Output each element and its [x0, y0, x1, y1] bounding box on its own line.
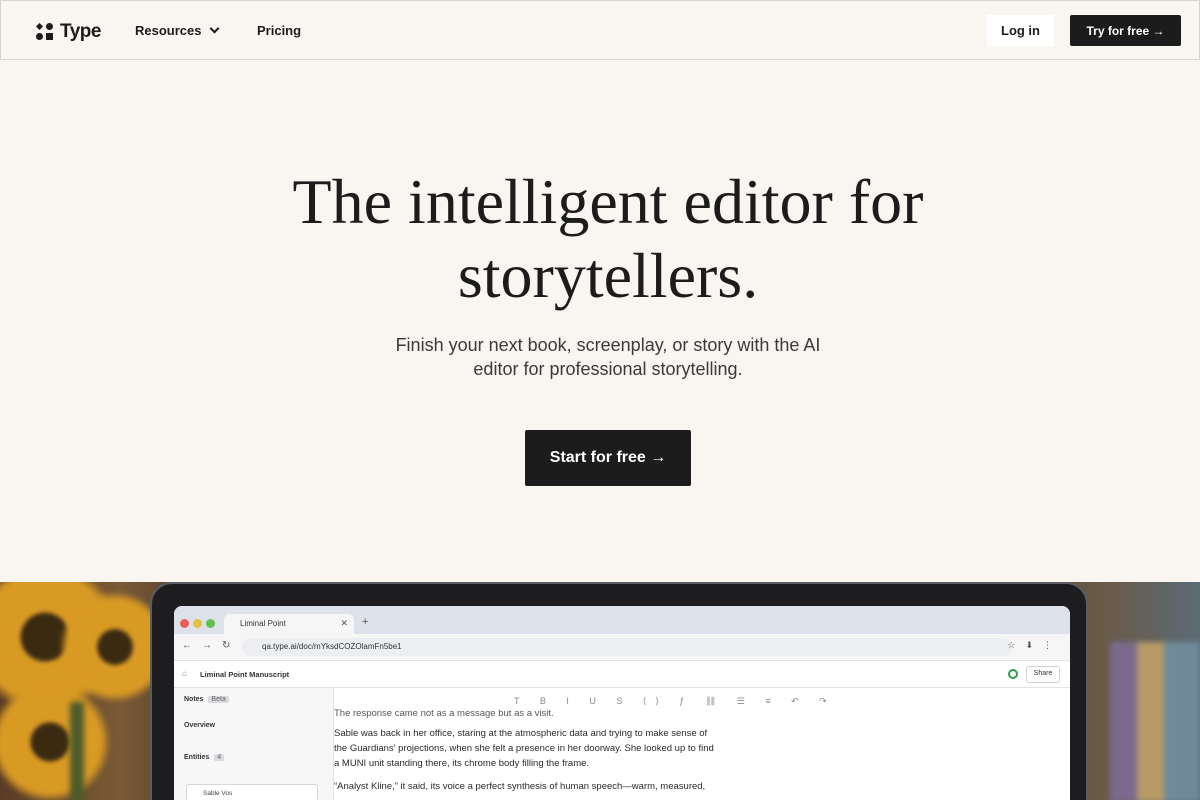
entities-item: Entities 4 — [184, 754, 225, 761]
window-minimize-icon — [193, 619, 202, 628]
browser-tab: Liminal Point ✕ — [224, 614, 354, 634]
hero-title: The intelligent editor for storytellers. — [292, 166, 924, 311]
browser-address-bar: ← → ↻ qa.type.ai/doc/mYksdCOZOlamFn5be1 … — [174, 634, 1070, 660]
sunflower-decoration — [0, 682, 110, 800]
status-indicator-icon — [1008, 669, 1018, 679]
nav-pricing-link[interactable]: Pricing — [257, 23, 301, 38]
chevron-down-icon — [210, 23, 220, 34]
brand-logo[interactable]: Type — [36, 21, 101, 43]
reload-icon: ↻ — [222, 640, 231, 651]
tab-close-icon: ✕ — [340, 618, 348, 628]
browser-extension-icons: ☆⬇⋮ — [1007, 640, 1062, 650]
browser-tab-bar: Liminal Point ✕ + — [174, 606, 1070, 634]
notes-sidebar: Notes Beta Overview Entities 4 Sable Vos — [174, 688, 334, 800]
nav-resources-label: Resources — [135, 23, 202, 38]
beta-badge: Beta — [208, 696, 229, 703]
brand-name: Type — [60, 21, 101, 42]
entities-count-badge: 4 — [214, 754, 225, 761]
bookshelf-decoration — [1110, 642, 1200, 800]
app-screen: Liminal Point ✕ + ← → ↻ qa.type.ai/doc/m… — [174, 606, 1070, 800]
notes-header: Notes Beta — [184, 696, 229, 703]
try-for-free-button[interactable]: Try for free → — [1070, 15, 1181, 46]
hero-subtitle: Finish your next book, screenplay, or st… — [395, 335, 821, 379]
overview-item: Overview — [184, 722, 216, 729]
share-button: Share — [1026, 666, 1060, 683]
top-nav: Type Resources Pricing Log in Try for fr… — [0, 0, 1200, 60]
home-icon: ⌂ — [182, 669, 187, 678]
entity-item: Sable Vos — [186, 784, 318, 800]
url-field: qa.type.ai/doc/mYksdCOZOlamFn5be1 — [242, 638, 1012, 656]
start-for-free-button[interactable]: Start for free → — [525, 430, 691, 486]
new-tab-icon: + — [362, 616, 369, 628]
forward-icon: → — [202, 640, 212, 651]
login-button[interactable]: Log in — [987, 15, 1054, 46]
document-title: Liminal Point Manuscript — [200, 670, 290, 679]
entities-label: Entities — [184, 754, 210, 761]
tab-title: Liminal Point — [240, 619, 286, 628]
window-maximize-icon — [206, 619, 215, 628]
document-header: ⌂ Liminal Point Manuscript Share — [174, 660, 1070, 688]
editor-cut-line: The response came not as a message but a… — [334, 708, 554, 719]
notes-label: Notes — [184, 696, 204, 703]
back-icon: ← — [182, 640, 192, 651]
laptop-frame: Liminal Point ✕ + ← → ↻ qa.type.ai/doc/m… — [150, 582, 1088, 800]
window-close-icon — [180, 619, 189, 628]
nav-resources-menu[interactable]: Resources — [135, 23, 220, 38]
flower-stem-decoration — [70, 702, 84, 800]
editor-paragraph: “Analyst Kline,” it said, its voice a pe… — [334, 781, 706, 792]
editor-paragraph: Sable was back in her office, staring at… — [334, 728, 714, 769]
product-photo: Liminal Point ✕ + ← → ↻ qa.type.ai/doc/m… — [0, 582, 1200, 800]
type-logo-icon — [36, 23, 54, 41]
